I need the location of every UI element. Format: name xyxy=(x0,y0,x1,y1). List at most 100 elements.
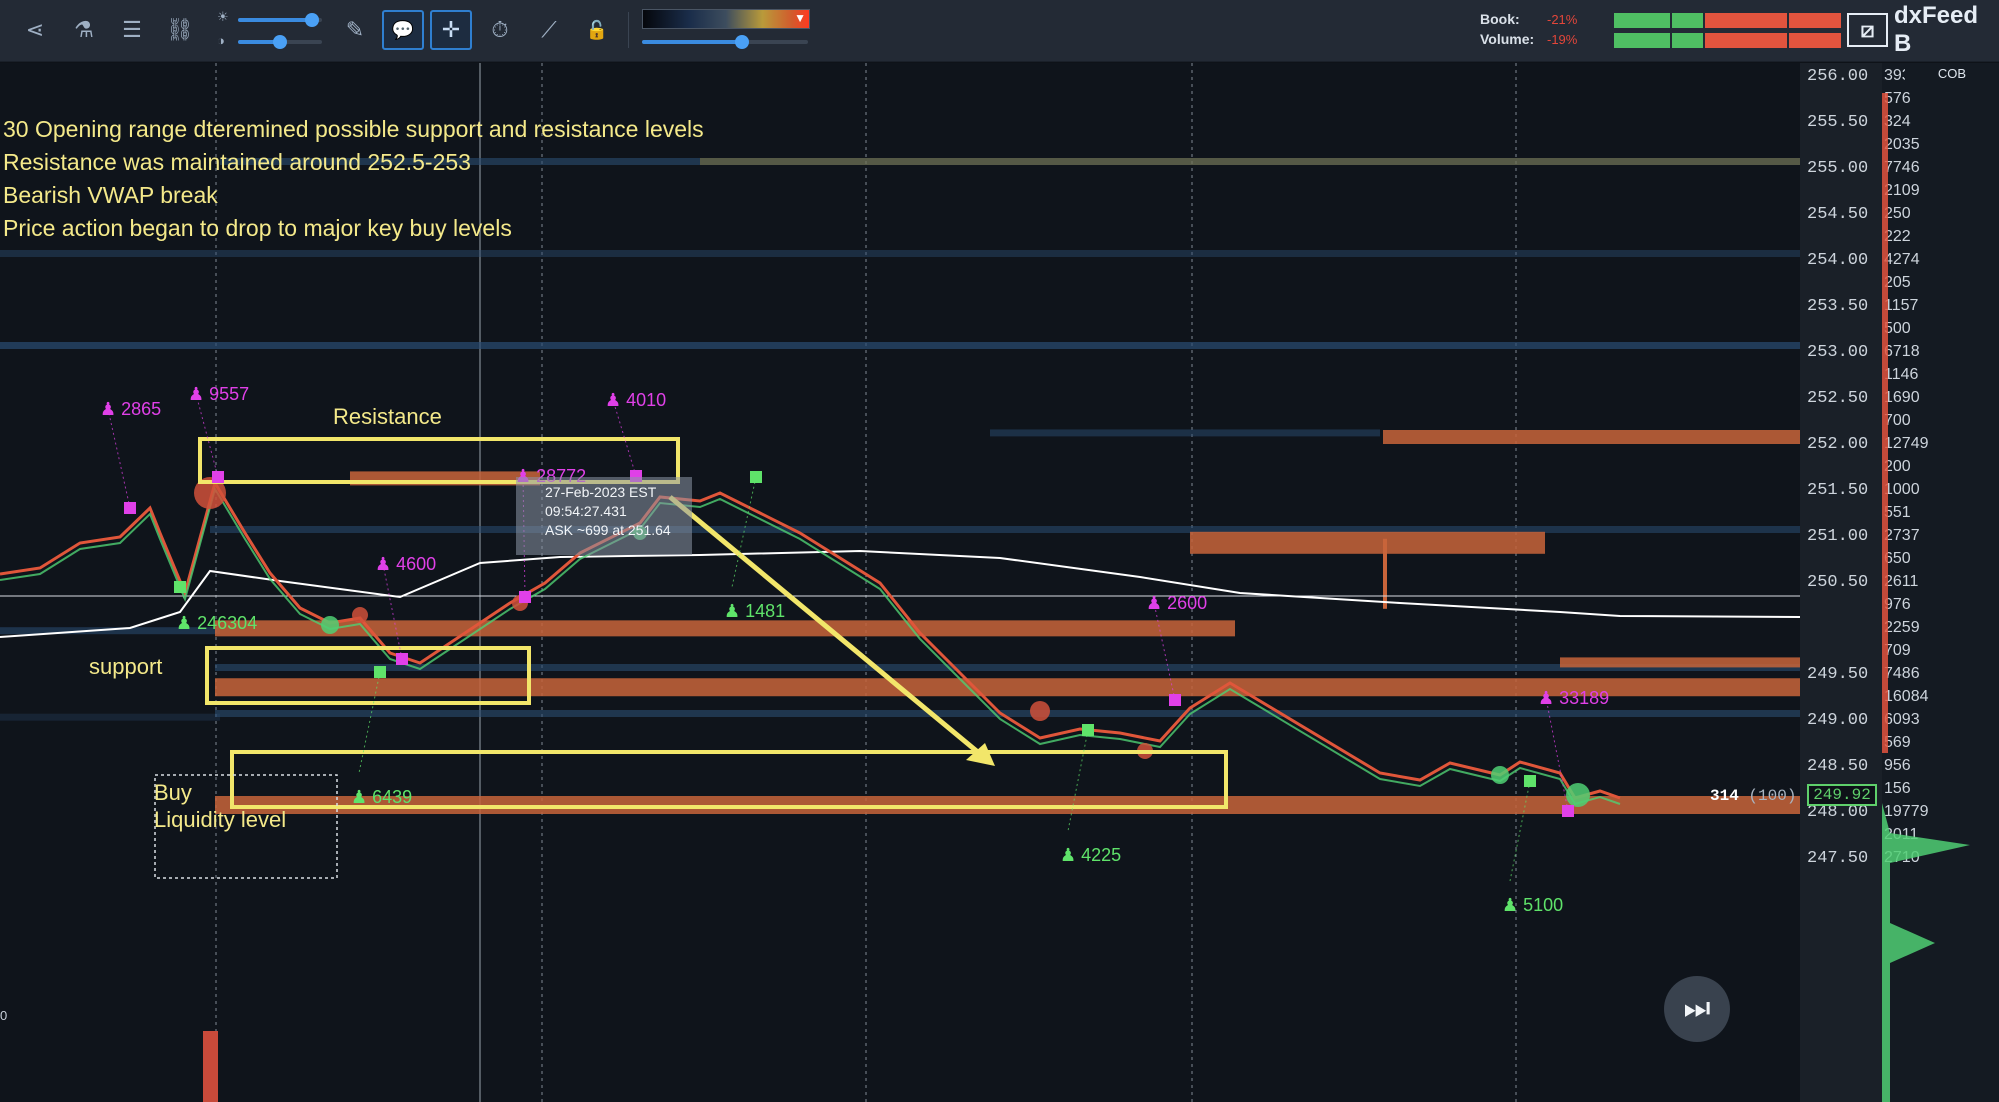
comment-icon[interactable]: 💬 xyxy=(382,10,424,50)
brightness-knob[interactable] xyxy=(304,13,319,27)
resistance-label: Resistance xyxy=(333,404,442,429)
price-axis-label: 248.50 xyxy=(1807,757,1868,776)
contrast-icon: ◑ xyxy=(217,33,225,48)
trade-bubble xyxy=(1566,783,1590,807)
brightness-fill xyxy=(238,18,312,22)
brightness-icon: ☀ xyxy=(217,9,229,24)
volume-bar xyxy=(203,1031,218,1102)
liquidity-band xyxy=(1383,538,1387,609)
bar-segment xyxy=(1705,13,1787,28)
trade-marker-label: ♟ 6439 xyxy=(351,787,412,807)
dxfeed-logo-mark: ⧄ xyxy=(1847,13,1888,47)
cob-size-label: 2109 xyxy=(1884,182,1920,199)
trade-marker-label: ♟ 1481 xyxy=(724,601,785,621)
liquidity-band xyxy=(0,342,1800,349)
brightness-slider[interactable] xyxy=(238,13,322,27)
layers-icon[interactable]: ☰ xyxy=(111,10,153,50)
buy-label: Buy xyxy=(154,780,192,805)
trade-marker xyxy=(1562,805,1574,817)
cob-size-label: 576 xyxy=(1884,90,1911,107)
cob-size-label: 16084 xyxy=(1884,688,1929,705)
trade-marker-label: ♟ 2865 xyxy=(100,399,161,419)
tooltip-ask: ASK ~699 at 251.64 xyxy=(545,522,671,538)
liquidity-band xyxy=(700,158,1800,165)
volume-balance-bar xyxy=(1614,33,1841,48)
trade-bubble xyxy=(1491,766,1509,784)
note-line: Resistance was maintained around 252.5-2… xyxy=(3,149,471,175)
note-line: Bearish VWAP break xyxy=(3,182,218,208)
palette-fill xyxy=(642,40,742,44)
depth-size: 314 xyxy=(1710,787,1739,805)
volume-value: -19% xyxy=(1547,32,1578,47)
heatmap-palette-select[interactable]: ▼ xyxy=(642,9,810,29)
cob-size-label: 4274 xyxy=(1884,251,1920,268)
cob-size-label: 1000 xyxy=(1884,481,1920,498)
cob-size-label: 976 xyxy=(1884,596,1911,613)
contrast-slider[interactable] xyxy=(238,35,322,49)
book-balance-bar xyxy=(1614,13,1841,28)
toolbar-separator xyxy=(628,12,629,48)
crosshair-icon[interactable]: ✛ xyxy=(430,10,472,50)
lock-icon[interactable]: 🔓 xyxy=(576,10,618,50)
cob-size-label: 2035 xyxy=(1884,136,1920,153)
trade-marker-label: ♟ 246304 xyxy=(176,613,257,633)
pencil-icon[interactable]: ✎ xyxy=(334,10,376,50)
link-icon[interactable]: ⛓ xyxy=(159,10,201,50)
chevron-down-icon[interactable]: ▼ xyxy=(794,11,806,25)
note-line: 30 Opening range dteremined possible sup… xyxy=(3,116,704,142)
skip-to-live-button[interactable]: ⏭ xyxy=(1664,976,1730,1042)
current-price-marker[interactable]: 249.92 xyxy=(1807,784,1877,806)
trade-marker xyxy=(396,653,408,665)
palette-slider[interactable] xyxy=(642,35,808,49)
price-axis-label: 254.50 xyxy=(1807,205,1868,224)
bar-segment xyxy=(1614,13,1670,28)
line-chart-icon[interactable]: ⟋ xyxy=(528,10,570,50)
flask-icon[interactable]: ⚗ xyxy=(63,10,105,50)
price-axis-label: 249.50 xyxy=(1807,665,1868,684)
cob-size-label: 1146 xyxy=(1884,366,1919,383)
liquidity-band xyxy=(1383,430,1800,444)
volume-label: Volume: xyxy=(1480,31,1535,47)
cob-size-label: 700 xyxy=(1884,412,1911,429)
bar-segment xyxy=(1705,33,1787,48)
cob-size-label: 650 xyxy=(1884,550,1911,567)
price-axis-label: 250.50 xyxy=(1807,573,1868,592)
cob-size-label: 6718 xyxy=(1884,343,1920,360)
trade-marker xyxy=(124,502,136,514)
cob-size-label: 7486 xyxy=(1884,665,1920,682)
bookmap-chart[interactable]: ♟ 2865 ♟ 9557 ♟ 4010 ♟ 28772 ♟ 4600 ♟ 2600 ♟ 3… xyxy=(0,63,1999,1102)
contrast-knob[interactable] xyxy=(273,35,287,49)
cob-size-label: 250 xyxy=(1884,205,1911,222)
tooltip-date: 27-Feb-2023 EST xyxy=(545,484,657,500)
trade-marker-label: ♟ 5100 xyxy=(1502,895,1563,915)
trade-marker xyxy=(374,666,386,678)
liquidity-band xyxy=(1190,531,1545,554)
palette-knob[interactable] xyxy=(734,35,749,49)
trade-marker xyxy=(750,471,762,483)
bar-segment xyxy=(1672,13,1703,28)
cob-size-label: 569 xyxy=(1884,734,1911,751)
depth-size-label: 314 (100) xyxy=(1710,787,1796,805)
trade-bubble xyxy=(352,607,368,623)
liquidity-level-label: Liquidity level xyxy=(154,807,287,832)
cob-size-label: 551 xyxy=(1884,504,1911,521)
price-axis-label: 252.00 xyxy=(1807,435,1868,454)
depth-size-sub: (100) xyxy=(1748,787,1797,805)
trade-marker-label: ♟ 4225 xyxy=(1060,845,1121,865)
cob-size-label: 2611 xyxy=(1884,573,1919,590)
share-icon[interactable]: ⋖ xyxy=(14,10,56,50)
volume-zero-label: 0 xyxy=(0,1008,8,1023)
liquidity-band xyxy=(1560,657,1800,668)
cob-size-label: 205 xyxy=(1884,274,1911,291)
price-axis-label: 253.50 xyxy=(1807,297,1868,316)
price-axis-label: 249.00 xyxy=(1807,711,1868,730)
bar-segment xyxy=(1672,33,1703,48)
cob-size-label: 956 xyxy=(1884,757,1911,774)
bar-segment xyxy=(1789,33,1841,48)
trade-bubble xyxy=(321,616,339,634)
stopwatch-icon[interactable]: ⏱ xyxy=(479,10,521,50)
trade-marker xyxy=(1082,724,1094,736)
analysis-notes: 30 Opening range dteremined possible sup… xyxy=(3,113,704,245)
cob-size-label: 324 xyxy=(1884,113,1911,130)
cob-size-label: 500 xyxy=(1884,320,1911,337)
